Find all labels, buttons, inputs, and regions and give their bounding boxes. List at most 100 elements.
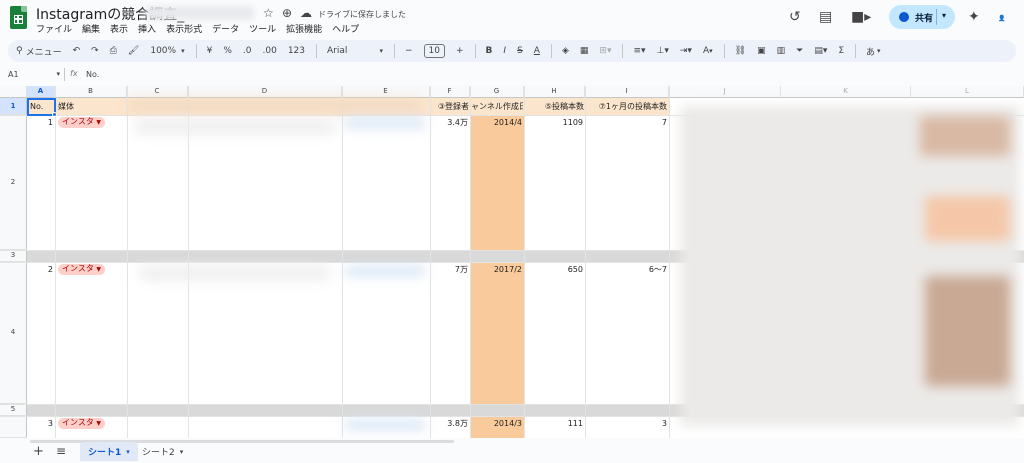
redo-icon[interactable]: ↷: [91, 46, 99, 56]
menu-format[interactable]: 表示形式: [166, 22, 202, 35]
filter-views-icon[interactable]: ▤▾: [814, 46, 827, 56]
print-icon[interactable]: ⎙: [110, 46, 117, 56]
row-header-4[interactable]: 4: [0, 262, 27, 404]
column-header-i[interactable]: I: [585, 86, 669, 98]
decrease-font-size-button[interactable]: −: [405, 46, 413, 56]
vertical-align-icon[interactable]: ⊥▾: [657, 46, 669, 56]
header-followers[interactable]: ③登録者: [431, 101, 469, 112]
input-tools-button[interactable]: あ ▾: [866, 45, 881, 58]
row-header-1[interactable]: 1: [0, 98, 27, 115]
share-dropdown-icon[interactable]: ▾: [942, 11, 946, 20]
cell-no[interactable]: 2: [28, 264, 53, 275]
share-button[interactable]: 共有 ▾: [889, 5, 955, 29]
menu-insert[interactable]: 挿入: [138, 22, 156, 35]
increase-font-size-button[interactable]: +: [456, 46, 464, 56]
chevron-down-icon[interactable]: ▾: [126, 448, 130, 456]
formula-input[interactable]: No.: [86, 70, 99, 79]
italic-button[interactable]: I: [503, 46, 506, 56]
header-monthly[interactable]: ⑦1ヶ月の投稿本数: [586, 101, 667, 112]
column-header-k[interactable]: K: [781, 86, 911, 98]
cell-posts[interactable]: 1109: [525, 117, 583, 128]
sheets-logo-icon[interactable]: [10, 6, 27, 29]
header-posts[interactable]: ⑤投稿本数: [525, 101, 584, 112]
row-header-3[interactable]: 3: [0, 250, 27, 262]
insert-link-icon[interactable]: ⛓: [735, 46, 746, 56]
cell-media[interactable]: インスタ ▼: [58, 417, 126, 429]
cell-created[interactable]: 2014/4: [471, 117, 522, 128]
menu-view[interactable]: 表示: [110, 22, 128, 35]
text-color-button[interactable]: A: [534, 46, 540, 56]
cell-posts[interactable]: 111: [525, 418, 583, 429]
horizontal-align-icon[interactable]: ≡▾: [633, 46, 645, 56]
star-icon[interactable]: ☆: [263, 6, 274, 20]
select-all-corner[interactable]: [0, 86, 27, 98]
sheet-tab-2[interactable]: シート2 ▾: [134, 442, 191, 461]
row-header-5[interactable]: 5: [0, 404, 27, 416]
column-header-l[interactable]: L: [911, 86, 1024, 98]
undo-icon[interactable]: ↶: [73, 46, 81, 56]
filter-icon[interactable]: ⏷: [796, 46, 803, 56]
media-chip[interactable]: インスタ ▼: [58, 264, 106, 275]
column-header-a[interactable]: A: [27, 86, 55, 98]
strikethrough-button[interactable]: S: [517, 46, 523, 56]
cell-no[interactable]: 3: [28, 418, 53, 429]
zoom-select[interactable]: 100% ▾: [150, 46, 184, 56]
sheet-tab-1[interactable]: シート1 ▾: [80, 442, 138, 461]
percent-format-button[interactable]: %: [223, 46, 232, 56]
currency-format-button[interactable]: ¥: [207, 46, 213, 56]
menu-data[interactable]: データ: [212, 22, 239, 35]
comment-icon[interactable]: ▤: [819, 9, 832, 25]
menu-extensions[interactable]: 拡張機能: [286, 22, 322, 35]
all-sheets-menu-icon[interactable]: ≡: [56, 444, 66, 458]
column-header-c[interactable]: C: [127, 86, 188, 98]
borders-icon[interactable]: ▦: [580, 46, 589, 56]
column-header-b[interactable]: B: [55, 86, 127, 98]
column-header-g[interactable]: G: [470, 86, 524, 98]
fill-handle[interactable]: [52, 112, 57, 117]
column-header-f[interactable]: F: [430, 86, 470, 98]
functions-icon[interactable]: Σ: [838, 46, 844, 56]
number-format-button[interactable]: 123: [288, 46, 305, 56]
folder-move-icon[interactable]: ⊕: [282, 6, 292, 20]
header-media[interactable]: 媒体: [58, 101, 126, 112]
font-select[interactable]: Arial ▾: [327, 46, 383, 56]
chevron-down-icon[interactable]: ▾: [180, 448, 184, 456]
cell-media[interactable]: インスタ ▼: [58, 116, 126, 128]
name-box[interactable]: A1 ▾: [8, 70, 60, 79]
media-chip[interactable]: インスタ ▼: [58, 117, 106, 128]
cell-media[interactable]: インスタ ▼: [58, 263, 126, 275]
cell-no[interactable]: 1: [28, 117, 53, 128]
row-header-2[interactable]: 2: [0, 115, 27, 250]
gemini-sparkle-icon[interactable]: ✦: [968, 9, 980, 25]
cell-followers[interactable]: 3.4万: [431, 117, 468, 128]
cell-followers[interactable]: 7万: [431, 264, 468, 275]
sheet-grid[interactable]: A B C D E F G H I J K L 1 2 3 4 5 No. 媒体…: [0, 86, 1024, 438]
account-avatar[interactable]: 👤: [995, 9, 1009, 29]
text-rotation-button[interactable]: A ▾: [703, 46, 713, 56]
column-header-d[interactable]: D: [188, 86, 342, 98]
meet-icon[interactable]: ■▸: [851, 9, 871, 25]
cell-posts[interactable]: 650: [525, 264, 583, 275]
cell-monthly[interactable]: 6〜7: [586, 264, 667, 275]
cell-followers[interactable]: 3.8万: [431, 418, 468, 429]
menu-tools[interactable]: ツール: [249, 22, 276, 35]
row-header-6[interactable]: [0, 416, 27, 438]
cell-monthly[interactable]: 7: [586, 117, 667, 128]
merge-cells-icon[interactable]: ⊞▾: [599, 46, 611, 56]
cell-created[interactable]: 2017/2: [471, 264, 522, 275]
menu-edit[interactable]: 編集: [82, 22, 100, 35]
add-sheet-icon[interactable]: +: [33, 444, 44, 459]
text-wrap-icon[interactable]: ⇥▾: [680, 46, 692, 56]
media-chip[interactable]: インスタ ▼: [58, 418, 106, 429]
increase-decimal-button[interactable]: .00: [262, 46, 276, 56]
menu-file[interactable]: ファイル: [36, 22, 72, 35]
insert-comment-icon[interactable]: ▣: [757, 46, 766, 56]
column-header-e[interactable]: E: [342, 86, 430, 98]
cell-created[interactable]: 2014/3: [471, 418, 522, 429]
paint-format-icon[interactable]: 🖌: [128, 46, 139, 56]
decrease-decimal-button[interactable]: .0: [243, 46, 252, 56]
cell-monthly[interactable]: 3: [586, 418, 667, 429]
bold-button[interactable]: B: [486, 46, 493, 56]
history-icon[interactable]: ↺: [789, 9, 801, 25]
column-header-j[interactable]: J: [669, 86, 781, 98]
